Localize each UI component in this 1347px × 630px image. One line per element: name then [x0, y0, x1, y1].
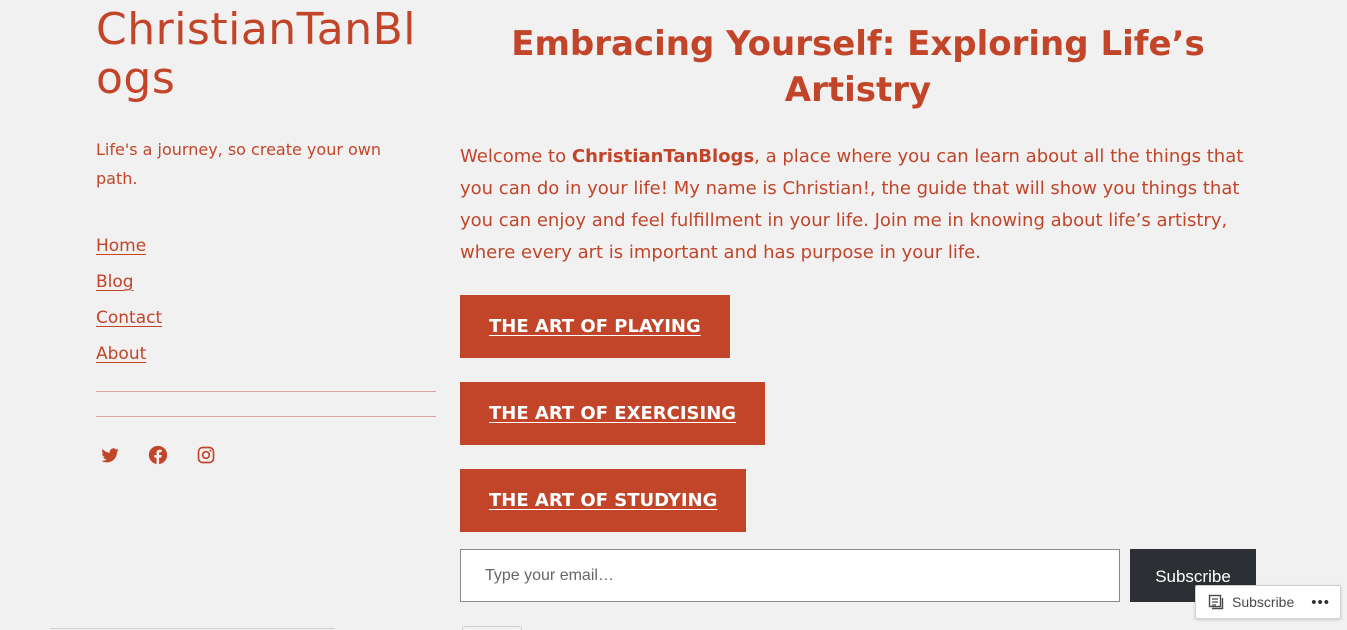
- site-tagline: Life's a journey, so create your own pat…: [96, 140, 382, 188]
- separator-top: [96, 391, 436, 392]
- separator-bottom: [96, 416, 436, 417]
- intro-brand: ChristianTanBlogs: [571, 146, 755, 167]
- footer-tab: [462, 626, 522, 630]
- nav-link-about[interactable]: About: [96, 344, 146, 364]
- button-row-playing: THE ART OF PLAYING: [460, 295, 1260, 358]
- art-of-playing-button[interactable]: THE ART OF PLAYING: [460, 295, 730, 358]
- page-headline: Embracing Yourself: Exploring Life’s Art…: [511, 24, 1205, 110]
- footer-divider: [50, 628, 335, 629]
- social-links: [96, 443, 436, 467]
- nav-item-contact: Contact: [96, 305, 436, 341]
- main-navigation: Home Blog Contact About: [96, 233, 436, 377]
- twitter-icon[interactable]: [98, 443, 122, 467]
- art-of-exercising-button[interactable]: THE ART OF EXERCISING: [460, 382, 766, 445]
- sidebar: ChristianTanBlogs Life's a journey, so c…: [96, 0, 436, 467]
- site-title[interactable]: ChristianTanBlogs: [96, 5, 428, 103]
- nav-link-blog[interactable]: Blog: [96, 272, 134, 292]
- floating-subscribe-label: Subscribe: [1232, 594, 1295, 610]
- intro-paragraph: Welcome to ChristianTanBlogs, a place wh…: [460, 141, 1260, 269]
- facebook-icon[interactable]: [146, 443, 170, 467]
- art-of-studying-button[interactable]: THE ART OF STUDYING: [460, 469, 747, 532]
- floating-subscribe-widget[interactable]: Subscribe •••: [1195, 585, 1341, 619]
- main-content: Embracing Yourself: Exploring Life’s Art…: [460, 0, 1260, 602]
- page: ChristianTanBlogs Life's a journey, so c…: [0, 0, 1347, 630]
- more-options-icon[interactable]: •••: [1311, 594, 1330, 611]
- nav-item-about: About: [96, 341, 436, 377]
- nav-item-home: Home: [96, 233, 436, 269]
- button-row-exercising: THE ART OF EXERCISING: [460, 382, 1260, 445]
- button-row-studying: THE ART OF STUDYING: [460, 469, 1260, 532]
- reader-icon: [1208, 594, 1224, 610]
- nav-link-home[interactable]: Home: [96, 236, 146, 256]
- subscribe-form: Subscribe: [460, 549, 1256, 602]
- nav-link-contact[interactable]: Contact: [96, 308, 162, 328]
- intro-prefix: Welcome to: [460, 146, 572, 167]
- nav-item-blog: Blog: [96, 269, 436, 305]
- email-input[interactable]: [460, 549, 1120, 602]
- instagram-icon[interactable]: [194, 443, 218, 467]
